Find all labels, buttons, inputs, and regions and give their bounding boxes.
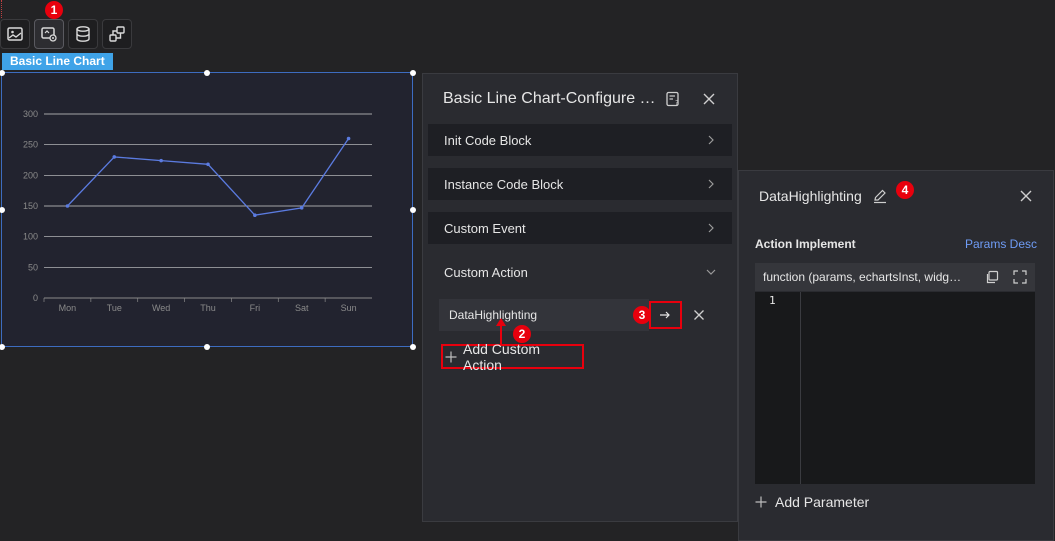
data-point	[346, 136, 351, 141]
close-icon	[694, 310, 705, 320]
resize-handle-s[interactable]	[204, 344, 210, 350]
section-init-code-block[interactable]: Init Code Block	[428, 124, 732, 156]
y-tick-label: 300	[23, 109, 38, 119]
y-tick-label: 200	[23, 170, 38, 180]
line-chart: 0 50 100 150 200 250 300 Mon Tue Wed Thu Fri Sat Sun	[23, 109, 372, 313]
x-tick-label: Thu	[200, 303, 216, 313]
section-label: Custom Action	[444, 264, 528, 280]
annotation-badge-3: 3	[633, 306, 651, 324]
section-label: Instance Code Block	[444, 176, 564, 192]
selection-guide	[1, 0, 2, 18]
y-tick-label: 100	[23, 232, 38, 242]
image-tool-button[interactable]	[0, 19, 30, 49]
chevron-right-icon	[708, 179, 714, 189]
widget-name-tag: Basic Line Chart	[2, 53, 113, 70]
svg-text:?: ?	[675, 99, 679, 107]
y-tick-label: 50	[28, 262, 38, 272]
section-custom-action[interactable]: Custom Action	[428, 256, 732, 288]
add-custom-action-label: Add Custom Action	[463, 340, 541, 373]
resize-handle-n[interactable]	[204, 70, 210, 76]
widget-toolbar: 1	[0, 1, 132, 50]
custom-action-item: DataHighlighting	[439, 299, 713, 331]
data-point	[65, 204, 70, 208]
fullscreen-icon[interactable]	[1013, 270, 1027, 284]
data-source-tool-button[interactable]	[68, 19, 98, 49]
section-label: Init Code Block	[444, 132, 532, 148]
section-label: Custom Event	[444, 220, 526, 236]
close-icon[interactable]	[701, 91, 717, 107]
resize-handle-ne[interactable]	[410, 70, 416, 76]
annotation-badge-4: 4	[896, 181, 914, 199]
database-icon	[76, 26, 90, 42]
function-signature: function (params, echartsInst, widgetIns…	[763, 270, 963, 284]
x-tick-label: Wed	[152, 303, 170, 313]
config-panel-header: Basic Line Chart-Configure Dynamic Inter…	[423, 74, 737, 124]
plus-icon	[445, 351, 457, 362]
chevron-down-icon	[706, 269, 716, 275]
copy-icon[interactable]	[985, 270, 999, 284]
configure-interaction-panel: Basic Line Chart-Configure Dynamic Inter…	[422, 73, 738, 522]
close-icon[interactable]	[1019, 189, 1033, 203]
line-number: 1	[755, 292, 801, 484]
code-editor-header: function (params, echartsInst, widgetIns…	[755, 263, 1035, 291]
chevron-right-icon	[708, 135, 714, 145]
config-panel-title: Basic Line Chart-Configure Dynamic Inter…	[443, 90, 661, 107]
data-point	[299, 206, 304, 210]
annotation-badge-1: 1	[45, 1, 63, 19]
x-tick-label: Sat	[295, 303, 309, 313]
add-custom-action-button[interactable]: Add Custom Action	[441, 341, 584, 373]
params-desc-link[interactable]: Params Desc	[965, 237, 1037, 251]
resize-handle-e[interactable]	[410, 207, 416, 213]
arrow-right-icon	[660, 311, 671, 319]
add-parameter-label: Add Parameter	[775, 494, 870, 510]
plus-icon	[755, 496, 767, 508]
custom-action-name[interactable]: DataHighlighting	[439, 299, 649, 331]
data-point	[112, 155, 117, 159]
chart-settings-tool-button[interactable]: 1	[34, 1, 64, 49]
resize-handle-se[interactable]	[410, 344, 416, 350]
line-chart-widget[interactable]: 0 50 100 150 200 250 300 Mon Tue Wed Thu Fri Sat Sun	[0, 70, 416, 350]
edit-action-button[interactable]	[648, 301, 682, 329]
chart-settings-icon	[41, 27, 57, 42]
action-panel-title: DataHighlighting	[759, 188, 862, 204]
x-tick-label: Tue	[107, 303, 122, 313]
section-custom-event[interactable]: Custom Event	[428, 212, 732, 244]
y-tick-label: 150	[23, 201, 38, 211]
y-tick-label: 250	[23, 140, 38, 150]
data-point	[159, 158, 163, 163]
annotation-badge-2: 2	[513, 325, 531, 343]
resize-handle-sw[interactable]	[0, 344, 5, 350]
x-tick-label: Sun	[341, 303, 357, 313]
image-icon	[7, 27, 23, 41]
action-panel-header: DataHighlighting	[739, 171, 1053, 221]
x-tick-label: Mon	[59, 303, 77, 313]
action-implement-label: Action Implement	[755, 237, 856, 251]
interaction-icon	[109, 26, 125, 42]
chevron-right-icon	[708, 223, 714, 233]
edit-pencil-icon[interactable]	[872, 188, 888, 204]
data-point	[253, 213, 257, 217]
x-tick-label: Fri	[250, 303, 261, 313]
add-parameter-button[interactable]: Add Parameter	[755, 494, 869, 510]
document-help-icon[interactable]: ?	[665, 91, 681, 107]
custom-action-panel: DataHighlighting 4 Action Implement Para…	[738, 170, 1054, 541]
section-instance-code-block[interactable]: Instance Code Block	[428, 168, 732, 200]
interaction-tool-button[interactable]	[102, 19, 132, 49]
delete-action-button[interactable]	[686, 301, 713, 329]
y-tick-label: 0	[33, 293, 38, 303]
series-line	[66, 138, 350, 216]
code-editor[interactable]: 1	[755, 292, 1035, 484]
data-point	[206, 162, 210, 167]
